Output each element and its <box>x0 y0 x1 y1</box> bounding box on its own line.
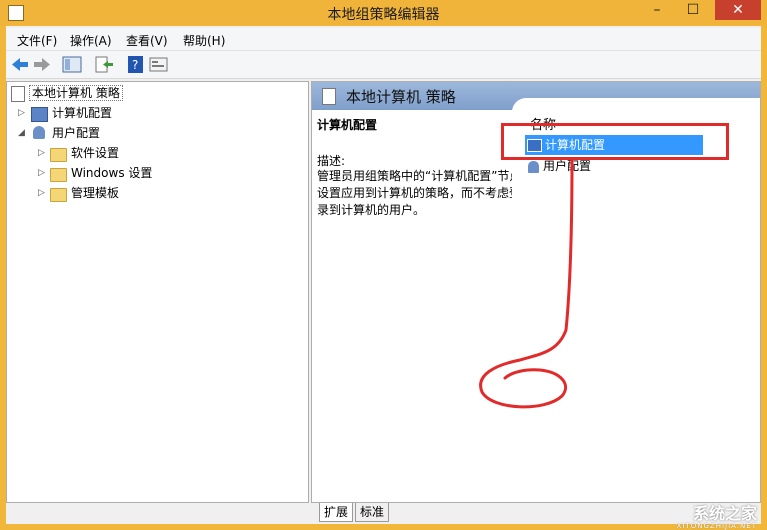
watermark: 系统之家 <box>692 504 757 523</box>
annotation-scribble <box>479 158 574 409</box>
watermark-sub: XITONGZHIJIA.NET <box>676 522 757 530</box>
